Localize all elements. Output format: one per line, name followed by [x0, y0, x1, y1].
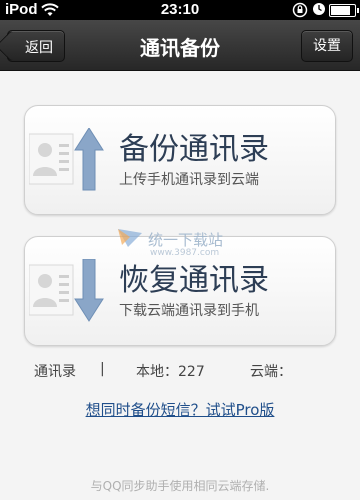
alarm-icon	[312, 2, 326, 20]
watermark-text: 统一下载站	[148, 231, 224, 249]
contact-card-download-icon	[28, 258, 109, 331]
local-count: 本地：227	[136, 364, 205, 380]
battery-icon	[329, 4, 359, 17]
backup-contacts-button[interactable]: 备份通讯录 上传手机通讯录到云端	[24, 105, 336, 215]
restore-subtitle: 下载云端通讯录到手机	[119, 303, 259, 319]
contact-card-upload-icon	[28, 127, 109, 200]
watermark-logo-icon	[116, 227, 144, 253]
status-bar: iPod 23:10	[0, 0, 360, 20]
restore-title: 恢复通讯录	[119, 263, 269, 298]
watermark-url: www.3987.com	[150, 248, 220, 258]
stats-separator: |	[100, 361, 105, 377]
watermark: 统一下载站 www.3987.com	[116, 227, 224, 258]
battery-level	[331, 6, 350, 15]
navigation-bar: 返回 通讯备份 设置	[0, 20, 360, 71]
footer-note: 与QQ同步助手使用相同云端存储.	[90, 479, 270, 493]
backup-subtitle: 上传手机通讯录到云端	[119, 172, 259, 188]
settings-button[interactable]: 设置	[301, 30, 353, 62]
backup-title: 备份通讯录	[119, 132, 269, 167]
rotation-lock-icon	[292, 2, 308, 22]
cloud-count: 云端：	[250, 364, 292, 380]
pro-version-link[interactable]: 想同时备份短信？试试Pro版	[0, 399, 360, 420]
contacts-label: 通讯录	[34, 364, 76, 380]
